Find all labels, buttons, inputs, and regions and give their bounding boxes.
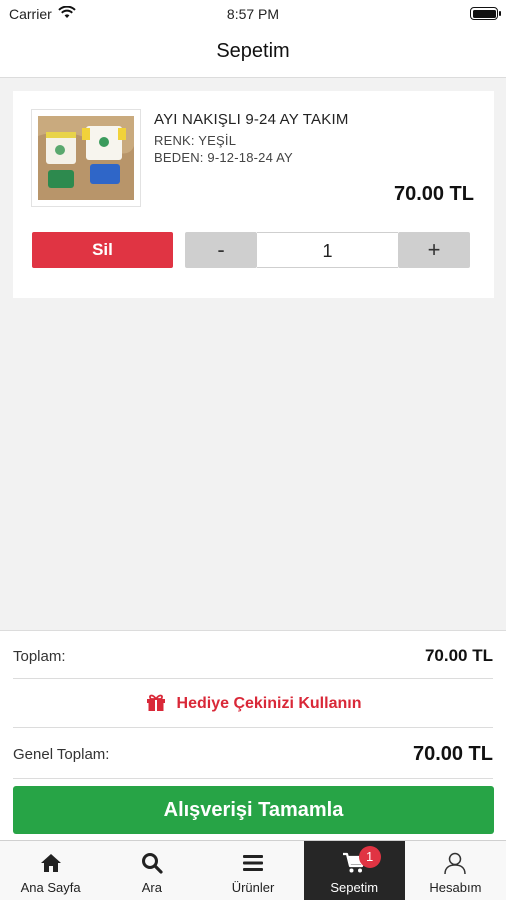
checkout-button[interactable]: Alışverişi Tamamla xyxy=(13,786,494,834)
cart-item-card: AYI NAKIŞLI 9-24 AY TAKIM RENK: YEŞİL BE… xyxy=(13,91,494,298)
product-name[interactable]: AYI NAKIŞLI 9-24 AY TAKIM xyxy=(154,111,349,128)
grand-total-row: Genel Toplam: 70.00 TL xyxy=(13,739,493,769)
quantity-stepper: - 1 + xyxy=(185,232,470,268)
decrement-button[interactable]: - xyxy=(185,232,257,268)
divider xyxy=(13,727,493,728)
menu-icon xyxy=(240,850,266,876)
home-icon xyxy=(38,850,64,876)
divider xyxy=(13,678,493,679)
gift-icon xyxy=(145,692,167,717)
page-title: Sepetim xyxy=(216,40,290,62)
clock: 8:57 PM xyxy=(226,6,280,22)
divider xyxy=(13,778,493,779)
product-price: 70.00 TL xyxy=(393,183,474,205)
tab-search[interactable]: Ara xyxy=(101,841,202,900)
tab-label: Ara xyxy=(141,880,162,895)
user-icon xyxy=(442,850,468,876)
subtotal-value: 70.00 TL xyxy=(424,646,493,665)
product-image[interactable] xyxy=(31,109,141,207)
battery-icon xyxy=(470,7,501,20)
tab-account[interactable]: Hesabım xyxy=(405,841,506,900)
quantity-value[interactable]: 1 xyxy=(257,232,398,268)
subtotal-label: Toplam: xyxy=(13,647,66,665)
tab-label: Ürünler xyxy=(231,880,275,895)
navigation-bar: Sepetim xyxy=(0,28,506,78)
search-icon xyxy=(139,850,165,876)
tab-label: Ana Sayfa xyxy=(20,880,81,895)
tab-home[interactable]: Ana Sayfa xyxy=(0,841,101,900)
subtotal-row: Toplam: 70.00 TL xyxy=(13,645,493,667)
cart-count-badge: 1 xyxy=(358,846,381,868)
grand-total-label: Genel Toplam: xyxy=(13,745,110,763)
tab-label: Sepetim xyxy=(330,880,379,895)
delete-button[interactable]: Sil xyxy=(32,232,173,268)
product-size: BEDEN: 9-12-18-24 AY xyxy=(154,150,293,165)
tab-products[interactable]: Ürünler xyxy=(202,841,303,900)
tab-bar: Ana Sayfa Ara Ürünler Sepetim 1 Hesabım xyxy=(0,840,506,900)
gift-voucher-label: Hediye Çekinizi Kullanın xyxy=(176,695,362,712)
order-summary: Toplam: 70.00 TL Hediye Çekinizi Kullanı… xyxy=(0,630,506,840)
increment-button[interactable]: + xyxy=(398,232,470,268)
grand-total-value: 70.00 TL xyxy=(412,742,493,765)
status-bar: Carrier 8:57 PM xyxy=(0,0,506,28)
product-photo-icon xyxy=(38,116,134,200)
tab-label: Hesabım xyxy=(429,880,482,895)
product-color: RENK: YEŞİL xyxy=(154,133,237,148)
tab-cart[interactable]: Sepetim 1 xyxy=(303,841,405,900)
gift-voucher-link[interactable]: Hediye Çekinizi Kullanın xyxy=(0,689,506,719)
